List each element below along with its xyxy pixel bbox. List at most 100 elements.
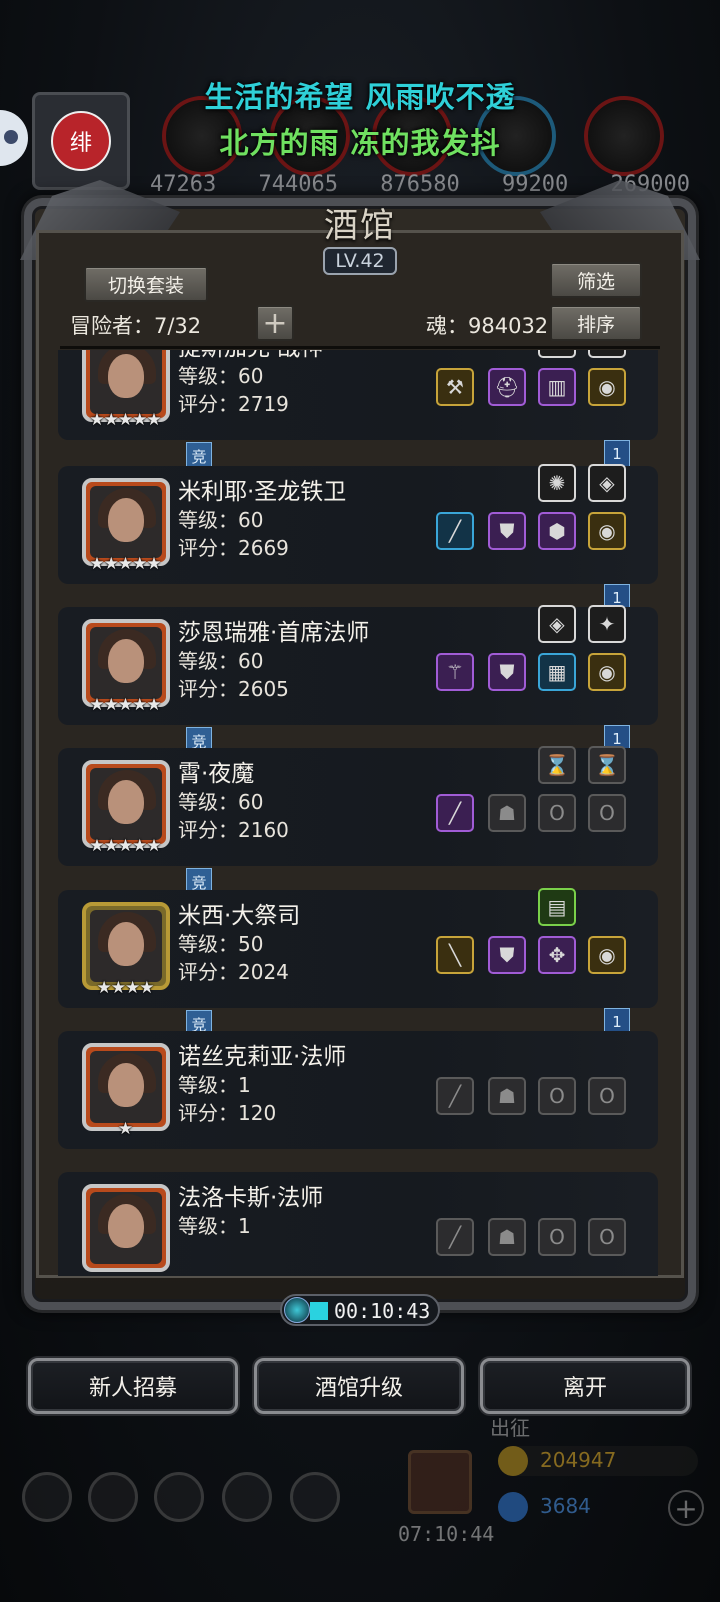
equipment-slot-icon[interactable]: ╱ bbox=[436, 794, 474, 832]
hero-level: 等级：60 bbox=[178, 364, 264, 388]
gear-icon[interactable] bbox=[22, 1472, 72, 1522]
hero-row[interactable]: ★★★★★ 米利耶·圣龙铁卫 等级：60 评分：2669 ✺ ◈ ╱ ⛊ ⬢ ◉ bbox=[58, 464, 658, 584]
title-plate: 酒馆 bbox=[290, 198, 430, 246]
upgrade-tavern-button[interactable]: 酒馆升级 bbox=[254, 1358, 464, 1414]
hero-row[interactable]: 法洛卡斯·法师 等级：1 ╱ ☗ O O bbox=[58, 1172, 658, 1276]
adventurer-count: 冒险者：7/32 bbox=[70, 314, 202, 338]
accessory-slot-icon[interactable]: ⌛ bbox=[538, 746, 576, 784]
soul-count: 魂：984032 bbox=[426, 314, 549, 338]
equipment-slot-icon[interactable]: ⬢ bbox=[538, 512, 576, 550]
portrait-face bbox=[108, 639, 144, 683]
equipment-slot-icon[interactable]: O bbox=[538, 1218, 576, 1256]
chest-timer: 07:10:44 bbox=[398, 1522, 495, 1546]
hero-stars: ★★★★★ bbox=[89, 695, 161, 715]
lyric-line-2: 北方的雨 冻的我发抖 bbox=[219, 126, 501, 160]
accessory-slot-icon[interactable]: ◈ bbox=[588, 464, 626, 502]
equipment-slot-icon[interactable]: ☗ bbox=[488, 1077, 526, 1115]
hero-portrait[interactable] bbox=[82, 619, 170, 707]
hero-score: 评分：2024 bbox=[178, 960, 289, 984]
equipment-slot-icon[interactable]: ╱ bbox=[436, 1218, 474, 1256]
equipment-slot-icon[interactable]: ◉ bbox=[588, 368, 626, 406]
resource-value: 99200 bbox=[502, 172, 569, 197]
equipment-slot-icon[interactable]: ◉ bbox=[588, 653, 626, 691]
equipment-slot-icon[interactable]: ⛊ bbox=[488, 936, 526, 974]
equipment-slot-icon[interactable]: ⚒ bbox=[436, 368, 474, 406]
accessory-slot-icon[interactable]: ◈ bbox=[538, 605, 576, 643]
add-slot-button[interactable]: + bbox=[256, 305, 294, 341]
equipment-slot-icon[interactable]: ⛊ bbox=[488, 653, 526, 691]
equipment-slot-icon[interactable]: ⛊ bbox=[488, 512, 526, 550]
gold-value: 204947 bbox=[540, 1448, 617, 1472]
hero-stars: ★★★★★ bbox=[89, 410, 161, 430]
add-gems-button[interactable]: + bbox=[668, 1490, 704, 1526]
gold-coin-icon bbox=[498, 1446, 528, 1476]
filter-button[interactable]: 筛选 bbox=[550, 262, 642, 298]
equipment-slot-icon[interactable]: ☗ bbox=[488, 1218, 526, 1256]
hero-portrait[interactable] bbox=[82, 760, 170, 848]
hero-portrait[interactable] bbox=[82, 478, 170, 566]
equipment-slot-icon[interactable]: ☗ bbox=[488, 794, 526, 832]
star-icon[interactable] bbox=[88, 1472, 138, 1522]
hero-name: 霄·夜魔 bbox=[178, 761, 255, 787]
portrait-face bbox=[108, 1063, 144, 1107]
hero-row[interactable]: ★★★★★ 莎恩瑞雅·首席法师 等级：60 评分：2605 ◈ ✦ ⚚ ⛊ ▦ ◉ bbox=[58, 605, 658, 725]
recruit-button[interactable]: 新人招募 bbox=[28, 1358, 238, 1414]
equipment-slot-icon[interactable]: ◉ bbox=[588, 936, 626, 974]
hero-stars: ★★★★★ bbox=[89, 554, 161, 574]
accessory-slot-icon[interactable]: ✎ bbox=[588, 350, 626, 358]
accessory-slot-icon[interactable]: ✺ bbox=[538, 464, 576, 502]
hero-level: 等级：1 bbox=[178, 1073, 251, 1097]
accessory-slot-icon[interactable]: ✦ bbox=[588, 605, 626, 643]
gold-counter: 204947 bbox=[498, 1446, 698, 1476]
hero-name: 莎恩瑞雅·首席法师 bbox=[178, 620, 370, 646]
leave-button[interactable]: 离开 bbox=[480, 1358, 690, 1414]
portrait-face bbox=[108, 780, 144, 824]
hero-list[interactable]: ★★★★★提斯加克·战神等级：60评分：2719◐✎⚒⛑▥◉竞1★★★★★米利耶… bbox=[56, 350, 664, 1276]
hero-score: 评分：2160 bbox=[178, 818, 289, 842]
resource-value: 876580 bbox=[380, 172, 460, 197]
resource-value: 47263 bbox=[150, 172, 217, 197]
equipment-slot-icon[interactable]: ╱ bbox=[436, 1077, 474, 1115]
hero-row[interactable]: ★★★★★ 霄·夜魔 等级：60 评分：2160 ⌛ ⌛ ╱ ☗ O O bbox=[58, 746, 658, 866]
resource-value: 744065 bbox=[258, 172, 338, 197]
equipment-slot-icon[interactable]: ◉ bbox=[588, 512, 626, 550]
portrait-face bbox=[108, 354, 144, 398]
wheel-icon[interactable] bbox=[290, 1472, 340, 1522]
hero-level: 等级：50 bbox=[178, 932, 264, 956]
portrait-face bbox=[108, 922, 144, 966]
equipment-slot-icon[interactable]: ╲ bbox=[436, 936, 474, 974]
hero-score: 评分：120 bbox=[178, 1101, 277, 1125]
hero-level: 等级：60 bbox=[178, 649, 264, 673]
hero-portrait[interactable] bbox=[82, 1043, 170, 1131]
hero-name: 法洛卡斯·法师 bbox=[178, 1185, 324, 1211]
equipment-slot-icon[interactable]: O bbox=[588, 1077, 626, 1115]
equipment-slot-icon[interactable]: ▥ bbox=[538, 368, 576, 406]
sort-button[interactable]: 排序 bbox=[550, 305, 642, 341]
equipment-slot-icon[interactable]: O bbox=[538, 1077, 576, 1115]
hero-portrait[interactable] bbox=[82, 902, 170, 990]
equipment-slot-icon[interactable]: O bbox=[588, 1218, 626, 1256]
hero-row[interactable]: ★★★★ 米西·大祭司 等级：50 评分：2024 ▤ ╲ ⛊ ✥ ◉ bbox=[58, 888, 658, 1008]
panel-title: 酒馆 bbox=[324, 205, 396, 246]
equipment-slot-icon[interactable]: ╱ bbox=[436, 512, 474, 550]
equipment-slot-icon[interactable]: O bbox=[588, 794, 626, 832]
equipment-slot-icon[interactable]: ⚚ bbox=[436, 653, 474, 691]
switch-outfit-button[interactable]: 切换套装 bbox=[84, 266, 208, 302]
accessory-slot-icon[interactable]: ⌛ bbox=[588, 746, 626, 784]
hero-row[interactable]: ★★★★★提斯加克·战神等级：60评分：2719◐✎⚒⛑▥◉ bbox=[58, 350, 658, 440]
hero-row[interactable]: ★ 诺丝克莉亚·法师 等级：1 评分：120 ╱ ☗ O O bbox=[58, 1031, 658, 1149]
equipment-slot-icon[interactable]: ▦ bbox=[538, 653, 576, 691]
portrait-face bbox=[108, 498, 144, 542]
equipment-slot-icon[interactable]: ✥ bbox=[538, 936, 576, 974]
bottom-hud: 07:10:44 出征 204947 3684 + bbox=[0, 1416, 720, 1602]
hero-name: 诺丝克莉亚·法师 bbox=[178, 1044, 347, 1070]
grid-icon[interactable] bbox=[154, 1472, 204, 1522]
accessory-slot-icon[interactable]: ▤ bbox=[538, 888, 576, 926]
hero-portrait[interactable] bbox=[82, 1184, 170, 1272]
accessory-slot-icon[interactable]: ◐ bbox=[538, 350, 576, 358]
mail-icon[interactable] bbox=[222, 1472, 272, 1522]
equipment-slot-icon[interactable]: ⛑ bbox=[488, 368, 526, 406]
hero-level: 等级：60 bbox=[178, 508, 264, 532]
gift-chest-icon[interactable] bbox=[408, 1450, 472, 1514]
equipment-slot-icon[interactable]: O bbox=[538, 794, 576, 832]
